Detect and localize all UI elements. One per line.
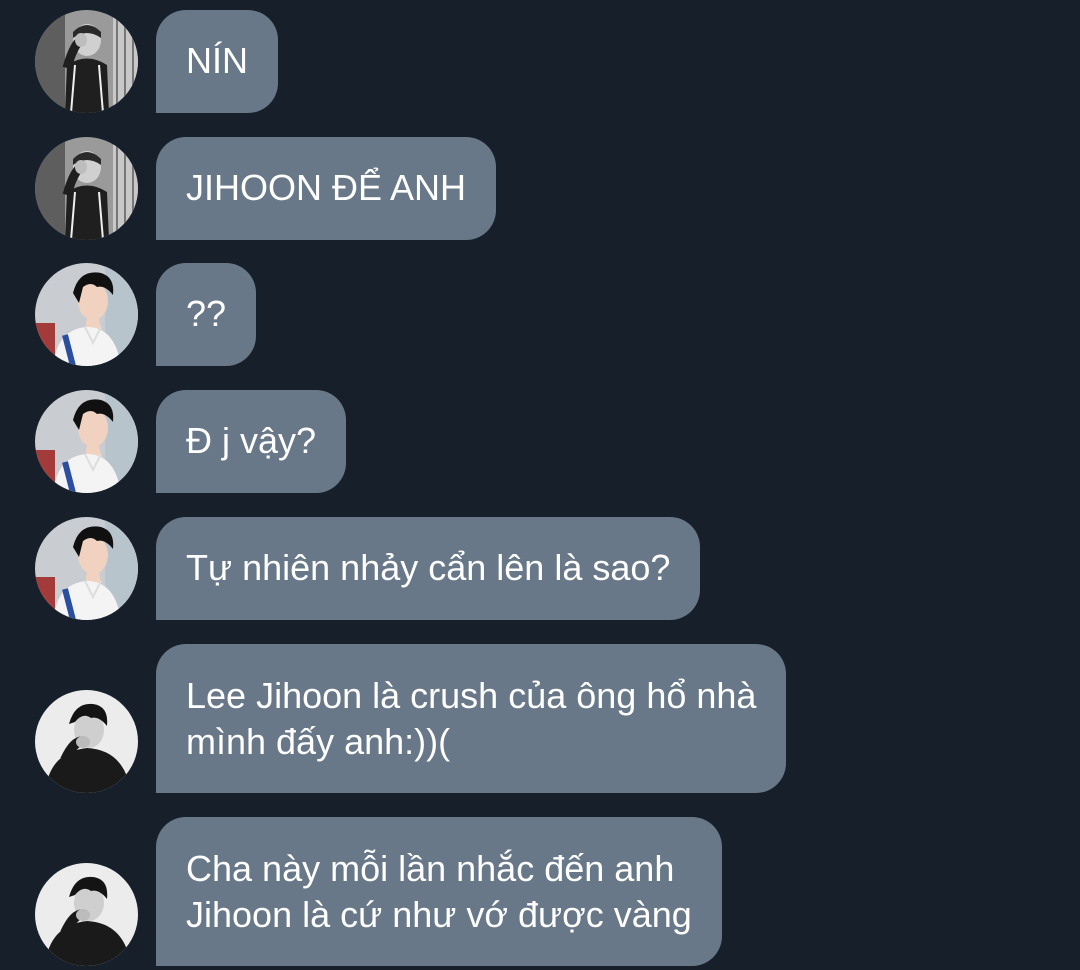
message-text: NÍN [186,40,248,81]
message-bubble[interactable]: Đ j vậy? [156,390,347,493]
chat-thread: NÍN JIHOON ĐỂ ANH ?? Đ j vậy? Tự nhiên n [0,0,1080,970]
avatar-person-b-icon[interactable] [35,390,138,493]
avatar-person-b-icon[interactable] [35,517,138,620]
message-text: mình đấy anh:))( [186,721,451,762]
message-bubble[interactable]: NÍN [156,10,278,113]
message-text: JIHOON ĐỂ ANH [186,167,467,208]
avatar-person-a-icon[interactable] [35,10,138,113]
message-row: ?? [0,263,1080,366]
message-text: Cha này mỗi lần nhắc đến anh [186,848,675,889]
message-bubble[interactable]: Tự nhiên nhảy cẩn lên là sao? [156,517,701,620]
avatar-person-c-icon[interactable] [35,863,138,966]
message-bubble[interactable]: ?? [156,263,257,366]
avatar-person-a-icon[interactable] [35,137,138,240]
message-bubble[interactable]: JIHOON ĐỂ ANH [156,137,497,240]
message-row: Tự nhiên nhảy cẩn lên là sao? [0,517,1080,620]
avatar-person-b-icon[interactable] [35,263,138,366]
message-row: Lee Jihoon là crush của ông hổ nhà mình … [0,644,1080,793]
message-row: JIHOON ĐỂ ANH [0,137,1080,240]
message-text: ?? [186,293,227,334]
avatar-person-c-icon[interactable] [35,690,138,793]
message-text: Đ j vậy? [186,420,317,461]
message-text: Tự nhiên nhảy cẩn lên là sao? [186,547,671,588]
message-text: Lee Jihoon là crush của ông hổ nhà [186,675,757,716]
message-row: Đ j vậy? [0,390,1080,493]
message-text: Jihoon là cứ như vớ được vàng [186,894,692,935]
message-bubble[interactable]: Lee Jihoon là crush của ông hổ nhà mình … [156,644,787,793]
message-bubble[interactable]: Cha này mỗi lần nhắc đến anh Jihoon là c… [156,817,722,966]
message-row: Cha này mỗi lần nhắc đến anh Jihoon là c… [0,817,1080,966]
message-row: NÍN [0,10,1080,113]
